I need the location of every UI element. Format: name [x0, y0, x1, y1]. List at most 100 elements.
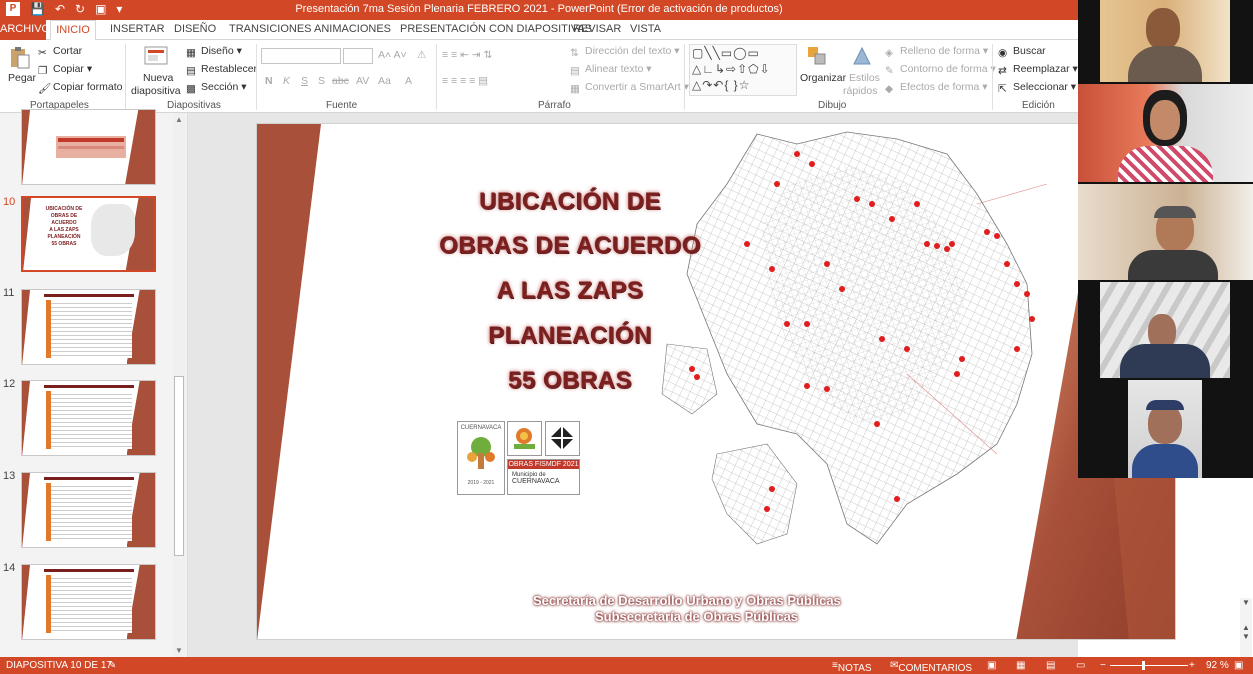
- shape-fill-button[interactable]: ◈ Relleno de forma ▾: [885, 45, 988, 59]
- normal-view-icon[interactable]: ▣: [987, 660, 996, 671]
- quick-styles-label[interactable]: Estilos: [849, 72, 880, 84]
- next-slide-icon[interactable]: ▼: [1240, 632, 1252, 641]
- align-text-button[interactable]: ▤ Alinear texto ▾: [570, 63, 652, 77]
- new-slide-label[interactable]: Nueva: [143, 72, 173, 84]
- find-button[interactable]: ◉ Buscar: [998, 45, 1046, 59]
- spelling-icon[interactable]: ✎: [108, 660, 116, 671]
- quick-styles-icon[interactable]: [850, 44, 874, 71]
- shape-outline-button[interactable]: ✎ Contorno de forma ▾: [885, 63, 996, 77]
- current-slide[interactable]: UBICACIÓN DE OBRAS DE ACUERDO A LAS ZAPS…: [256, 123, 1176, 640]
- group-label-font: Fuente: [326, 100, 358, 111]
- text-direction-button[interactable]: ⇅ Dirección del texto ▾: [570, 45, 680, 59]
- participant-video-3[interactable]: [1078, 184, 1253, 280]
- layout-icon: ▦: [186, 47, 196, 59]
- reset-button[interactable]: ▤ Restablecer: [186, 63, 257, 77]
- copy-button[interactable]: ❐ Copiar ▾: [38, 63, 92, 77]
- comments-button[interactable]: ✉ COMENTARIOS: [890, 660, 972, 674]
- tab-transiciones[interactable]: TRANSICIONES: [229, 23, 312, 35]
- select-button[interactable]: ⇱ Seleccionar ▾: [998, 81, 1076, 95]
- tab-inicio[interactable]: INICIO: [50, 20, 96, 41]
- zoom-in-icon[interactable]: +: [1189, 660, 1195, 671]
- obras-logo-icon: [550, 426, 574, 450]
- slide-thumbnail-9[interactable]: [21, 109, 156, 185]
- shadow-button[interactable]: S: [318, 75, 325, 87]
- font-color-icon[interactable]: A: [405, 75, 412, 87]
- slide-number-10: 10: [3, 196, 16, 208]
- tab-vista[interactable]: VISTA: [630, 23, 661, 35]
- shapes-gallery[interactable]: ▢╲╲▭◯▭ △∟↳⇨⇧⬠⇩ △↷↶{ }☆: [689, 44, 797, 96]
- slide-thumbnail-10[interactable]: UBICACIÓN DE OBRAS DE ACUERDO A LAS ZAPS PL…: [21, 196, 156, 272]
- slide-number-11: 11: [3, 287, 15, 299]
- tab-animaciones[interactable]: ANIMACIONES: [314, 23, 391, 35]
- font-size-combobox[interactable]: [343, 48, 373, 64]
- ribbon-tabs: ARCHIVO INICIO INSERTAR DISEÑO TRANSICIO…: [0, 20, 1078, 41]
- reading-view-icon[interactable]: ▤: [1046, 660, 1055, 671]
- arrange-icon[interactable]: [805, 44, 829, 71]
- bullets-icon[interactable]: ≡ ≡ ⇤ ⇥ ⇅: [442, 49, 492, 61]
- smartart-button[interactable]: ▦ Convertir a SmartArt ▾: [570, 81, 689, 95]
- participant-video-5[interactable]: [1128, 380, 1202, 478]
- tab-revisar[interactable]: REVISAR: [573, 23, 621, 35]
- paste-icon[interactable]: [8, 46, 34, 69]
- notes-button[interactable]: ≡ NOTAS: [832, 660, 872, 674]
- slide-number-12: 12: [3, 378, 16, 390]
- zoom-level[interactable]: 92 %: [1206, 660, 1229, 671]
- select-label: Seleccionar: [1013, 81, 1068, 93]
- new-slide-label-2[interactable]: diapositiva: [131, 85, 181, 97]
- slide-thumbnail-14[interactable]: [21, 564, 156, 640]
- italic-button[interactable]: K: [283, 75, 290, 87]
- previous-slide-icon[interactable]: ▲: [1240, 623, 1252, 632]
- format-painter-label: Copiar formato: [53, 81, 123, 93]
- shape-effects-label: Efectos de forma: [900, 81, 980, 93]
- participant-cap: [1146, 400, 1184, 410]
- slide-left-accent: [257, 124, 321, 639]
- replace-button[interactable]: ⇄ Reemplazar ▾: [998, 63, 1078, 77]
- bold-button[interactable]: N: [265, 75, 273, 87]
- slide-thumbnail-13[interactable]: [21, 472, 156, 548]
- clear-format-icon[interactable]: ⚠: [417, 49, 426, 61]
- quick-styles-label-2[interactable]: rápidos: [843, 85, 877, 97]
- avatar: [1148, 404, 1182, 444]
- layout-button[interactable]: ▦ Diseño ▾: [186, 45, 242, 59]
- editor-scrollbar[interactable]: ▼ ▲ ▼: [1240, 598, 1252, 657]
- scroll-down-icon[interactable]: ▼: [1240, 598, 1252, 607]
- tab-insertar[interactable]: INSERTAR: [110, 23, 165, 35]
- slide-title-line-4: PLANEACIÓN: [488, 322, 652, 349]
- paste-button[interactable]: Pegar: [8, 72, 36, 84]
- strikethrough-button[interactable]: abc: [332, 75, 349, 87]
- scroll-up-icon[interactable]: ▲: [175, 115, 183, 124]
- underline-button[interactable]: S: [301, 75, 308, 87]
- slide-number-13: 13: [3, 470, 16, 482]
- cut-button[interactable]: ✂ Cortar: [38, 45, 82, 59]
- slide-counter: DIAPOSITIVA 10 DE 17: [6, 660, 112, 671]
- reset-icon: ▤: [186, 65, 196, 77]
- new-slide-icon[interactable]: [143, 44, 169, 71]
- tab-presentacion[interactable]: PRESENTACIÓN CON DIAPOSITIVAS: [400, 23, 592, 35]
- arrange-button[interactable]: Organizar: [800, 72, 846, 84]
- tab-diseno[interactable]: DISEÑO: [174, 23, 216, 35]
- change-case-icon[interactable]: Aa: [378, 75, 391, 87]
- font-grow-icon[interactable]: A˄ A˅: [378, 49, 407, 61]
- shape-effects-button[interactable]: ◆ Efectos de forma ▾: [885, 81, 988, 95]
- slideshow-icon[interactable]: ▭: [1076, 660, 1085, 671]
- zoom-slider[interactable]: [1110, 665, 1188, 666]
- scrollbar-thumb[interactable]: [174, 376, 184, 556]
- section-button[interactable]: ▩ Sección ▾: [186, 81, 247, 95]
- zoom-out-icon[interactable]: −: [1100, 660, 1106, 671]
- char-spacing-icon[interactable]: AV: [356, 75, 369, 87]
- find-label: Buscar: [1013, 45, 1046, 57]
- participant-video-4[interactable]: [1100, 282, 1230, 378]
- participant-video-1[interactable]: [1100, 0, 1230, 82]
- scroll-down-icon[interactable]: ▼: [175, 646, 183, 655]
- align-icons[interactable]: ≡ ≡ ≡ ≡ ▤: [442, 75, 488, 87]
- zoom-slider-thumb[interactable]: [1142, 661, 1145, 670]
- slide-sorter-icon[interactable]: ▦: [1016, 660, 1025, 671]
- fit-slide-icon[interactable]: ▣: [1234, 660, 1243, 671]
- slide-thumbnail-12[interactable]: [21, 380, 156, 456]
- participant-video-2[interactable]: [1078, 84, 1253, 182]
- format-painter-button[interactable]: 🖌 Copiar formato: [38, 81, 123, 95]
- logo-cuernavaca-name: CUERNAVACA: [512, 478, 560, 485]
- slide-thumbnail-11[interactable]: [21, 289, 156, 365]
- font-name-combobox[interactable]: [261, 48, 341, 64]
- tab-archivo[interactable]: ARCHIVO: [0, 20, 50, 40]
